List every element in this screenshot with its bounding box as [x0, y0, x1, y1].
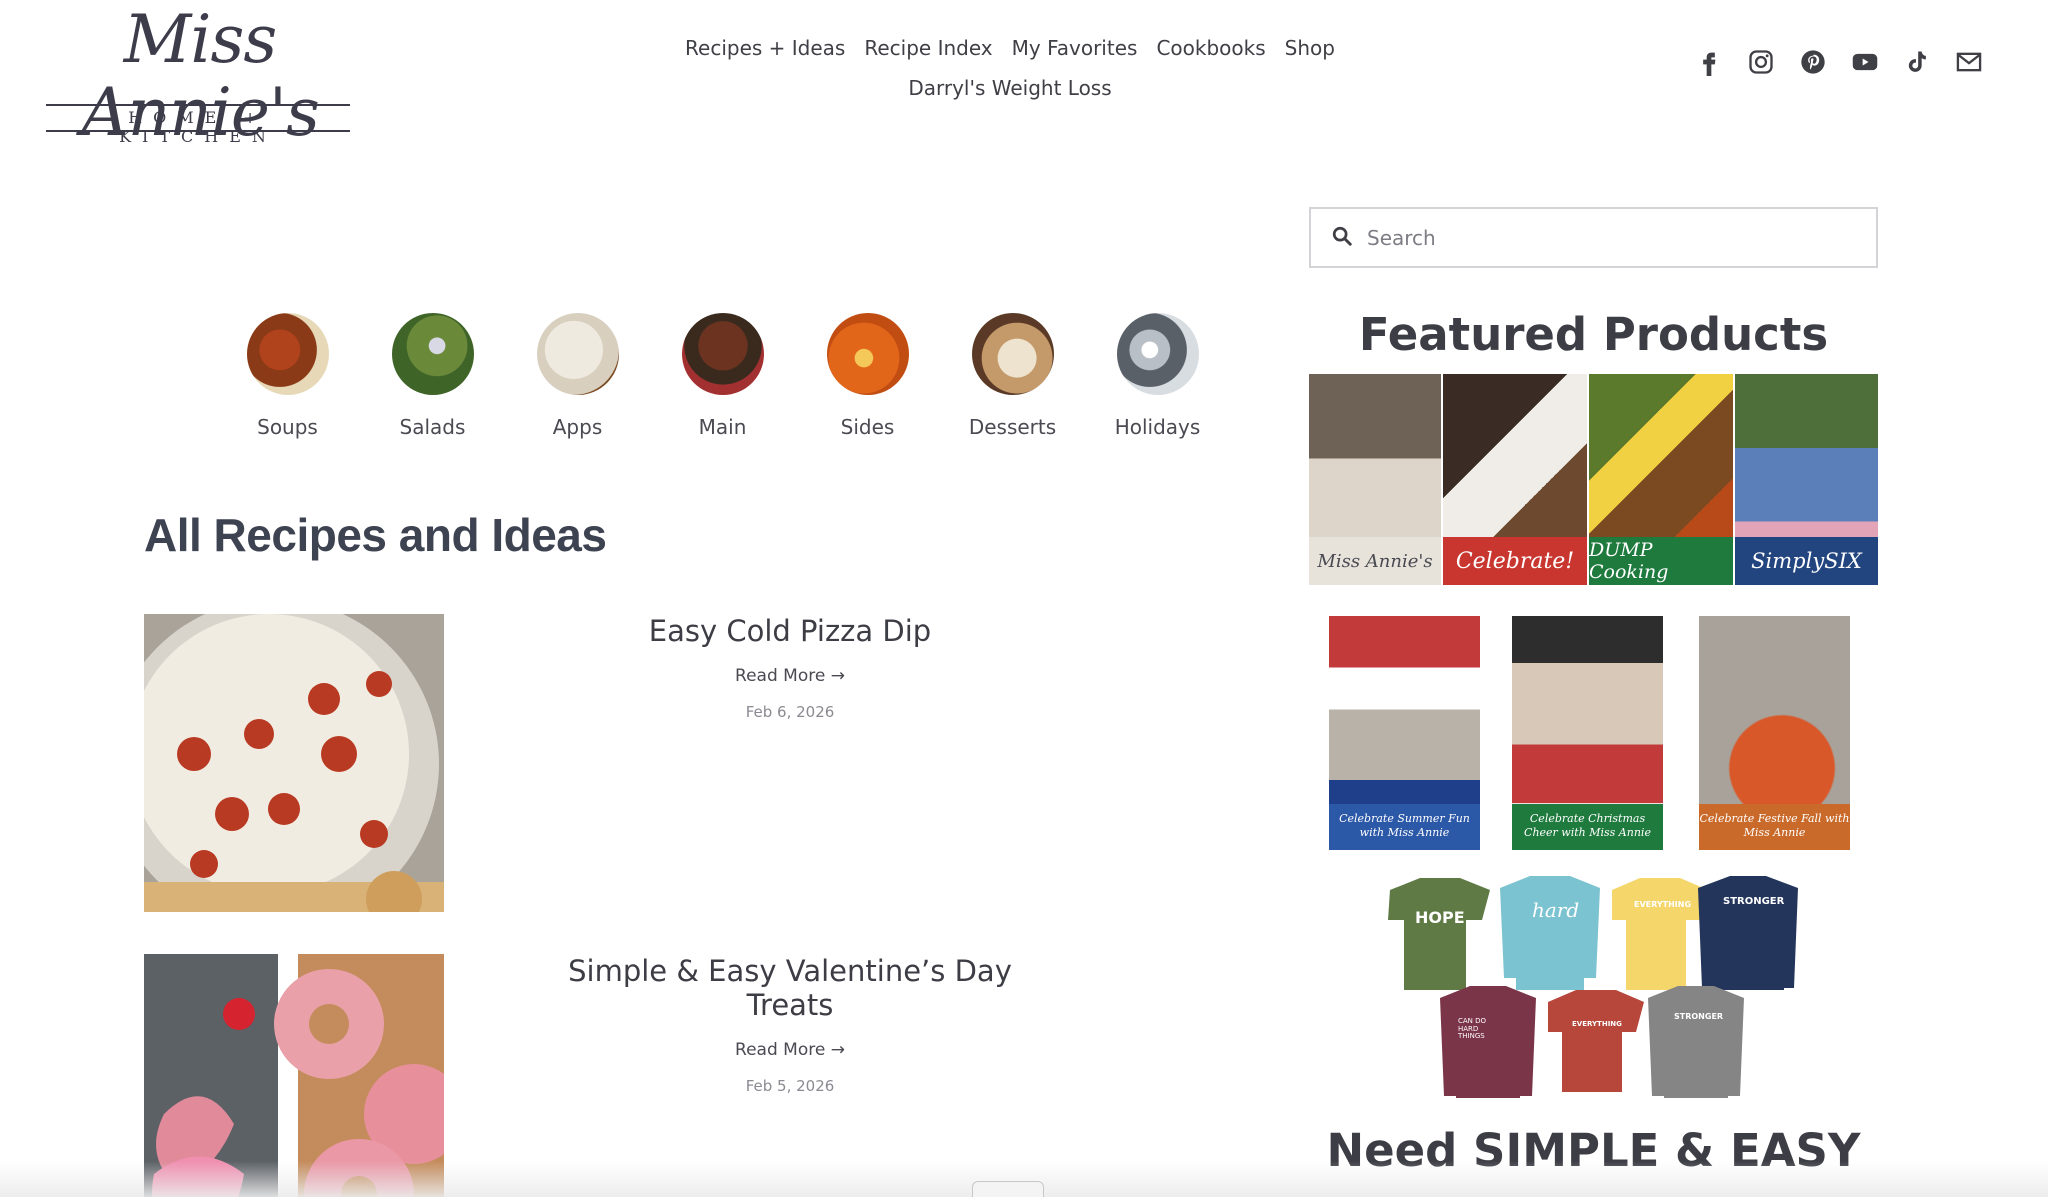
- category-label: Salads: [399, 415, 466, 439]
- tiktok-icon[interactable]: [1903, 48, 1931, 76]
- read-more-link[interactable]: Read More →: [534, 666, 1046, 686]
- shirt-collection[interactable]: HOPE hard EVERYTHING STRONGER CAN DO HAR…: [1380, 870, 1800, 1105]
- cookbook-banner[interactable]: Miss Annie's Celebrate! DUMP Cooking Sim…: [1309, 374, 1878, 585]
- shirt-label: CAN DO HARD THINGS: [1458, 1017, 1487, 1041]
- cookbook-miss-annies[interactable]: Miss Annie's: [1309, 374, 1441, 585]
- shirt-label: hard: [1532, 898, 1580, 922]
- nav-row-secondary: Darryl's Weight Loss: [560, 68, 1460, 108]
- holiday-book-summer[interactable]: Celebrate Summer Fun with Miss Annie: [1329, 616, 1480, 850]
- nav-cookbooks[interactable]: Cookbooks: [1156, 36, 1265, 60]
- category-label: Holidays: [1114, 415, 1201, 439]
- nav-recipe-index[interactable]: Recipe Index: [864, 36, 992, 60]
- search-icon: [1331, 225, 1353, 251]
- cookbook-title: SimplySIX: [1735, 537, 1878, 585]
- nav-recipes-ideas[interactable]: Recipes + Ideas: [685, 36, 845, 60]
- shirt-hard: [1500, 876, 1600, 990]
- post-item: Easy Cold Pizza Dip Read More → Feb 6, 2…: [144, 614, 1194, 914]
- category-main[interactable]: Main: [650, 310, 795, 439]
- post-text: Easy Cold Pizza Dip Read More → Feb 6, 2…: [534, 614, 1046, 721]
- shirt-label: EVERYTHING: [1634, 900, 1692, 909]
- apps-image: [536, 313, 619, 395]
- category-label: Main: [698, 415, 747, 439]
- category-label: Apps: [552, 415, 603, 439]
- shirt-label: STRONGER: [1723, 896, 1785, 907]
- cookbook-title: DUMP Cooking: [1589, 537, 1733, 585]
- cookbook-celebrate[interactable]: Celebrate!: [1443, 374, 1587, 585]
- main-navigation: Recipes + Ideas Recipe Index My Favorite…: [560, 28, 1460, 108]
- holiday-book-christmas[interactable]: Celebrate Christmas Cheer with Miss Anni…: [1512, 616, 1663, 850]
- shirt-label: HOPE: [1415, 908, 1465, 927]
- shirt-label: STRONGER: [1674, 1012, 1724, 1021]
- post-date: Feb 5, 2026: [745, 1077, 835, 1095]
- category-label: Sides: [840, 415, 895, 439]
- social-links: [1695, 48, 1983, 76]
- post-text: Simple & Easy Valentine’s Day Treats Rea…: [534, 954, 1046, 1095]
- cookbook-title: Miss Annie's: [1309, 537, 1441, 585]
- nav-row-primary: Recipes + Ideas Recipe Index My Favorite…: [560, 28, 1460, 68]
- soups-image: [246, 313, 329, 395]
- search-input[interactable]: [1367, 225, 1847, 250]
- shirt-everything: [1612, 878, 1708, 990]
- category-desserts[interactable]: Desserts: [940, 310, 1085, 439]
- post-title[interactable]: Easy Cold Pizza Dip: [534, 614, 1046, 648]
- book-title: Celebrate Festive Fall with Miss Annie: [1699, 804, 1850, 850]
- nav-my-favorites[interactable]: My Favorites: [1012, 36, 1138, 60]
- scroll-up-tab[interactable]: [972, 1181, 1044, 1197]
- nav-darryls-weight-loss[interactable]: Darryl's Weight Loss: [908, 76, 1111, 100]
- sides-image: [826, 313, 909, 395]
- site-logo[interactable]: Miss Annie's HOME + KITCHEN: [40, 0, 360, 148]
- recipe-categories: Soups Salads Apps Main Sides Desserts Ho…: [215, 310, 1230, 439]
- shirt-hope: [1388, 878, 1490, 990]
- shirt-everything-2: [1548, 990, 1644, 1092]
- category-sides[interactable]: Sides: [795, 310, 940, 439]
- shirt-can-do: [1440, 986, 1536, 1098]
- book-title: Celebrate Summer Fun with Miss Annie: [1329, 804, 1480, 850]
- featured-products-title: Featured Products: [1358, 308, 1829, 361]
- search-box[interactable]: [1309, 207, 1878, 268]
- category-soups[interactable]: Soups: [215, 310, 360, 439]
- cookbook-simplysix[interactable]: SimplySIX: [1735, 374, 1878, 585]
- pinterest-icon[interactable]: [1799, 48, 1827, 76]
- facebook-icon[interactable]: [1695, 48, 1723, 76]
- holiday-book-fall[interactable]: Celebrate Festive Fall with Miss Annie: [1699, 616, 1850, 850]
- book-title: Celebrate Christmas Cheer with Miss Anni…: [1512, 804, 1663, 850]
- category-label: Soups: [257, 415, 318, 439]
- desserts-image: [971, 313, 1054, 395]
- shirt-label: EVERYTHING: [1572, 1020, 1622, 1028]
- shirt-stronger: [1698, 876, 1798, 990]
- holidays-image: [1116, 313, 1199, 395]
- logo-rule: [46, 130, 350, 132]
- post-thumbnail[interactable]: [144, 614, 444, 912]
- mail-icon[interactable]: [1955, 48, 1983, 76]
- category-label: Desserts: [968, 415, 1057, 439]
- category-apps[interactable]: Apps: [505, 310, 650, 439]
- read-more-link[interactable]: Read More →: [534, 1040, 1046, 1060]
- cookbook-dump-cooking[interactable]: DUMP Cooking: [1589, 374, 1733, 585]
- holiday-cookbooks: Celebrate Summer Fun with Miss Annie Cel…: [1329, 616, 1859, 850]
- pizza-dip-image: [144, 614, 444, 912]
- post-title[interactable]: Simple & Easy Valentine’s Day Treats: [534, 954, 1046, 1022]
- logo-rule: [46, 104, 350, 106]
- salads-image: [391, 313, 474, 395]
- section-title: All Recipes and Ideas: [144, 509, 607, 561]
- instagram-icon[interactable]: [1747, 48, 1775, 76]
- nav-shop[interactable]: Shop: [1285, 36, 1335, 60]
- post-date: Feb 6, 2026: [745, 703, 835, 721]
- logo-subtitle: HOME + KITCHEN: [119, 108, 277, 146]
- cookbook-title: Celebrate!: [1443, 537, 1587, 585]
- category-holidays[interactable]: Holidays: [1085, 310, 1230, 439]
- main-image: [681, 313, 764, 395]
- shirt-stronger-2: [1648, 986, 1744, 1098]
- youtube-icon[interactable]: [1851, 48, 1879, 76]
- category-salads[interactable]: Salads: [360, 310, 505, 439]
